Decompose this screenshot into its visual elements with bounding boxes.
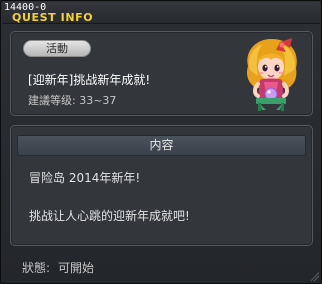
content-header: 内容 xyxy=(17,135,306,156)
content-line: 挑战让人心跳的迎新年成就吧! xyxy=(29,209,190,223)
status-value: 可開始 xyxy=(58,261,95,275)
status-label: 狀態: xyxy=(22,261,51,275)
window-title: QUEST INFO xyxy=(12,11,94,24)
title-bar[interactable]: 14400-0 QUEST INFO xyxy=(2,2,320,24)
quest-info-window: 14400-0 QUEST INFO 活動 [迎新年]挑战新年成就! 建議等级:… xyxy=(0,0,322,284)
quest-status: 狀態: 可開始 xyxy=(22,259,94,276)
quest-content-panel: 内容 冒险岛 2014年新年! 挑战让人心跳的迎新年成就吧! xyxy=(10,125,313,246)
content-line: 冒险岛 2014年新年! xyxy=(29,171,141,185)
npc-portrait xyxy=(246,38,297,111)
quest-name: [迎新年]挑战新年成就! xyxy=(28,73,151,87)
recommended-level: 建議等级: 33~37 xyxy=(28,94,117,107)
resize-grip-icon[interactable] xyxy=(309,271,319,281)
quest-summary-panel: 活動 [迎新年]挑战新年成就! 建議等级: 33~37 xyxy=(10,31,313,116)
event-badge: 活動 xyxy=(23,40,91,57)
